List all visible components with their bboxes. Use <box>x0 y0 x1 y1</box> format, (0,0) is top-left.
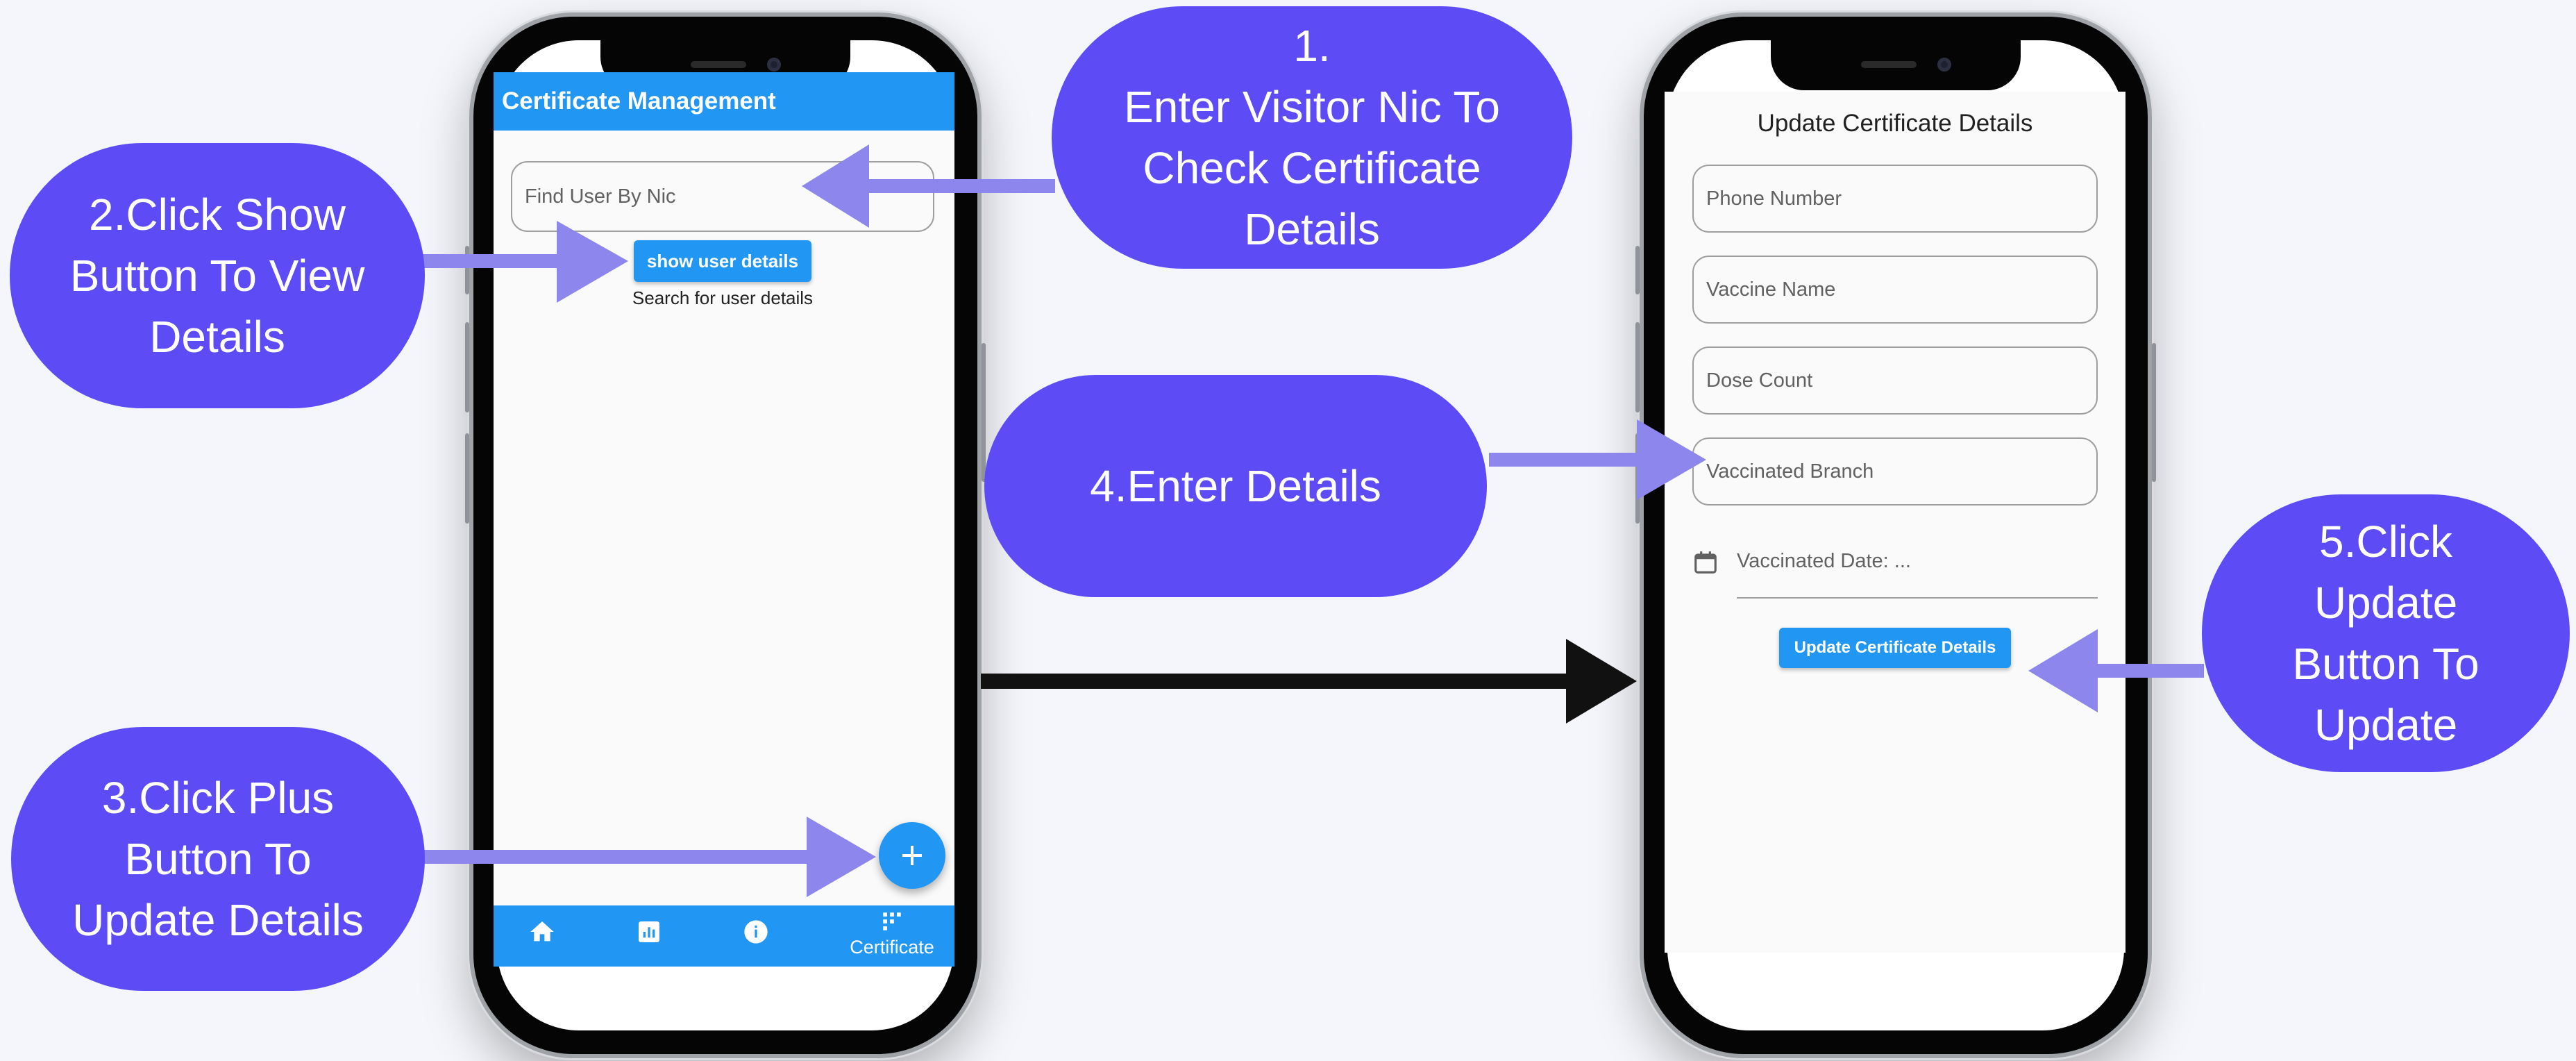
app-bar: Certificate Management <box>494 72 954 131</box>
callout-step3: 3.Click Plus Button To Update Details <box>11 727 425 991</box>
chart-icon <box>639 921 659 942</box>
flow-arrow <box>981 639 1637 724</box>
phone-number-placeholder: Phone Number <box>1706 187 1842 210</box>
phone-side-button <box>1635 433 1640 524</box>
update-certificate-button[interactable]: Update Certificate Details <box>1779 628 2011 668</box>
callout-step2: 2.Click Show Button To View Details <box>10 143 425 408</box>
vaccine-name-field[interactable]: Vaccine Name <box>1692 256 2098 324</box>
show-user-details-label: show user details <box>646 250 799 271</box>
show-user-details-button[interactable]: show user details <box>634 240 811 282</box>
nav-item-home[interactable] <box>514 918 570 954</box>
callout-step5: 5.Click Update Button To Update <box>2202 494 2570 772</box>
vaccinated-branch-field[interactable]: Vaccinated Branch <box>1692 437 2098 506</box>
vaccine-name-placeholder: Vaccine Name <box>1706 278 1836 301</box>
phone-number-field[interactable]: Phone Number <box>1692 165 2098 233</box>
vaccinated-date-label: Vaccinated Date: ... <box>1737 550 1911 572</box>
phone-side-button <box>465 322 469 412</box>
nav-item-certificate-label: Certificate <box>850 937 934 958</box>
phone-speaker <box>691 61 746 68</box>
dose-count-field[interactable]: Dose Count <box>1692 346 2098 415</box>
calendar-icon <box>1694 551 1717 574</box>
nav-item-info[interactable] <box>728 918 784 954</box>
info-icon <box>744 920 768 944</box>
search-placeholder: Find User By Nic <box>525 185 676 208</box>
callout-step4: 4.Enter Details <box>984 375 1487 597</box>
phone-speaker <box>1861 61 1917 68</box>
update-certificate-label: Update Certificate Details <box>1794 638 1996 657</box>
add-icon <box>902 846 922 865</box>
phone-side-button <box>465 433 469 524</box>
phone-side-button <box>982 343 986 482</box>
search-user-nic-input[interactable]: Find User By Nic <box>511 161 934 232</box>
nav-item-certificate[interactable]: Certificate <box>836 910 948 965</box>
phone-side-button <box>465 246 469 294</box>
vaccinated-branch-placeholder: Vaccinated Branch <box>1706 460 1874 483</box>
update-form-title: Update Certificate Details <box>1757 110 2033 137</box>
nav-item-stats[interactable] <box>621 918 677 954</box>
vaccinated-date-field[interactable]: Vaccinated Date: ... <box>1737 542 2098 599</box>
bottom-navigation: Certificate <box>494 905 954 967</box>
callout-step1: 1. Enter Visitor Nic To Check Certificat… <box>1052 6 1572 269</box>
app-bar-title: Certificate Management <box>502 87 776 115</box>
phone-side-button <box>1635 246 1640 294</box>
home-icon <box>530 921 554 942</box>
camera-icon <box>767 58 781 72</box>
camera-icon <box>1937 58 1951 72</box>
phone-side-button <box>1635 322 1640 412</box>
phone-notch <box>1771 40 2021 90</box>
grid-icon <box>883 912 901 930</box>
add-fab-button[interactable] <box>879 822 945 889</box>
dose-count-placeholder: Dose Count <box>1706 369 1813 392</box>
phone-side-button <box>2152 343 2156 482</box>
search-hint-text: Search for user details <box>632 287 814 308</box>
